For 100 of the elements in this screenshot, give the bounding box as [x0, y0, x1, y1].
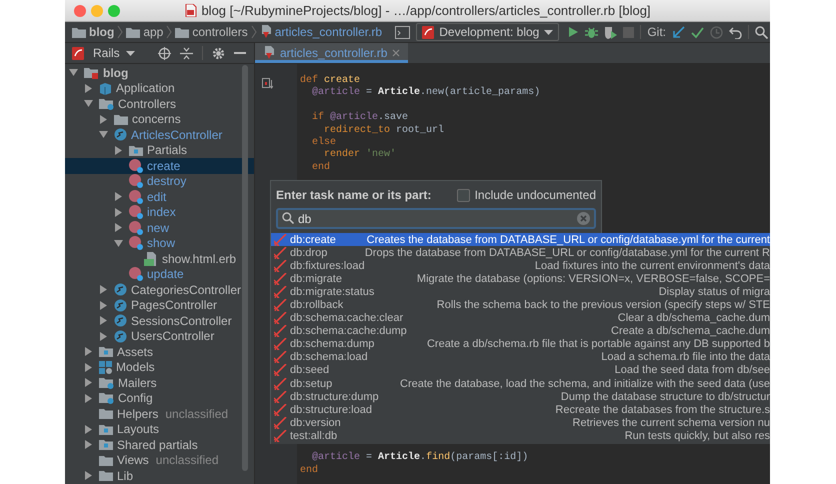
task-item[interactable]: db:migrate Migrate the database (options: VERSION=x, VERBOSE=false, SCOPE=	[271, 272, 770, 286]
task-item[interactable]: db:rollback Rolls the schema back to the previous version (specify steps w/ STE	[271, 298, 770, 312]
tree-item[interactable]: SessionsController	[65, 313, 254, 328]
tree-item[interactable]: Mailers	[65, 375, 254, 390]
close-button[interactable]	[74, 4, 86, 16]
task-item[interactable]: db:setup Create the database, load the schema, and initialize with the seed data (use	[271, 377, 770, 390]
file-icon	[260, 25, 272, 39]
tree-item[interactable]: Lib	[65, 468, 254, 484]
tree-item[interactable]: update	[65, 266, 254, 282]
close-icon[interactable]	[392, 49, 400, 57]
expanded-arrow-icon[interactable]	[114, 238, 123, 248]
breadcrumb[interactable]: blog	[72, 25, 114, 39]
settings-icon[interactable]	[212, 46, 225, 60]
checkbox-label[interactable]: Include undocumented	[474, 188, 596, 202]
scrollbar-thumb[interactable]	[242, 65, 248, 471]
tree-item[interactable]: ArticlesController	[65, 127, 254, 142]
tree-item[interactable]: create	[65, 158, 254, 174]
tree-item[interactable]: CategoriesController	[65, 282, 254, 298]
task-item[interactable]: test:all:db Run tests quickly, but also res	[271, 429, 770, 442]
tree-item[interactable]: UsersController	[65, 328, 254, 344]
undo-icon[interactable]	[729, 26, 742, 38]
coverage-icon[interactable]	[604, 26, 618, 38]
tree-item[interactable]: Layouts	[65, 422, 254, 437]
tree-item[interactable]: edit	[65, 189, 254, 204]
search-field[interactable]: db	[276, 208, 596, 229]
tree-item[interactable]: Helpers unclassified	[65, 406, 254, 422]
view-dropdown[interactable]: Rails	[93, 46, 135, 60]
expanded-arrow-icon[interactable]	[69, 68, 78, 78]
collapse-icon[interactable]	[180, 46, 193, 60]
tree-item[interactable]: show	[65, 236, 254, 251]
terminal-icon[interactable]	[395, 26, 410, 38]
arrow-icon[interactable]	[672, 26, 685, 38]
tree-item[interactable]: Config	[65, 390, 254, 406]
expanded-arrow-icon[interactable]	[99, 130, 108, 140]
override-icon[interactable]	[262, 78, 273, 89]
checkbox[interactable]	[456, 188, 470, 202]
tree-item-note: unclassified	[165, 406, 228, 421]
tree-item[interactable]: Partials	[65, 142, 254, 158]
rake-icon	[274, 272, 287, 285]
task-item[interactable]: db:drop Drops the database from DATABASE_URL or config/database.yml for the current R	[271, 246, 770, 260]
rails-icon	[422, 26, 434, 38]
tree-item[interactable]: PagesController	[65, 298, 254, 313]
editor-tab[interactable]: articles_controller.rb	[255, 43, 408, 63]
tree-item[interactable]: blog	[65, 65, 254, 80]
class-icon	[114, 330, 127, 343]
task-item[interactable]: db:seed Load the seed data from db/see	[271, 364, 770, 378]
folder-icon	[84, 66, 99, 79]
tree-item[interactable]: Application	[65, 80, 254, 96]
breadcrumb[interactable]: controllers	[175, 25, 248, 39]
expanded-arrow-icon[interactable]	[84, 99, 93, 108]
task-item[interactable]: db:version Retrieves the current schema version nu	[271, 416, 770, 430]
search-icon[interactable]	[755, 26, 768, 38]
tree-item[interactable]: Assets	[65, 344, 254, 360]
code-line: def create	[300, 75, 362, 86]
task-item[interactable]: db:fixtures:load Load fixtures into the current environment's data	[271, 259, 770, 272]
task-description: Retrieves the current schema version nu	[572, 416, 770, 429]
task-name: db:migrate:status	[290, 286, 374, 298]
collapsed-arrow-icon[interactable]	[99, 114, 108, 124]
minimize-icon[interactable]	[234, 52, 246, 54]
tree-item[interactable]: show.html.erb	[65, 251, 254, 266]
folder-icon	[99, 346, 113, 358]
collapsed-arrow-icon[interactable]	[84, 84, 93, 93]
bug-icon[interactable]	[585, 26, 598, 38]
tree-item[interactable]: concerns	[65, 112, 254, 127]
tree-item[interactable]: Shared partials	[65, 437, 254, 452]
breadcrumb[interactable]: app	[126, 25, 164, 39]
task-name: db:structure:load	[290, 404, 372, 416]
check-icon[interactable]	[691, 26, 704, 38]
code-editor[interactable]	[255, 64, 770, 484]
collapsed-arrow-icon[interactable]	[84, 471, 93, 480]
task-item[interactable]: db:structure:load Recreate the databases from the structure.s	[271, 403, 770, 416]
task-item[interactable]: db:create Creates the database from DATABASE_URL or config/database.yml for the current	[271, 233, 770, 246]
tree-item[interactable]: new	[65, 220, 254, 236]
folder-icon	[99, 392, 114, 404]
task-item[interactable]: db:structure:dump Dump the database structure to db/structur	[271, 390, 770, 404]
tree-item[interactable]: Controllers	[65, 96, 254, 112]
task-description: Create a db/schema_cache.dum	[610, 325, 770, 338]
task-description: Migrate the database (options: VERSION=x, VERBOSE=false, SCOPE=	[416, 272, 770, 285]
crosshair-icon[interactable]	[158, 46, 171, 60]
tree-item[interactable]: destroy	[65, 174, 254, 189]
method-icon	[129, 267, 143, 282]
task-item[interactable]: db:schema:cache:dump Create a db/schema_cache.dum	[271, 324, 770, 338]
task-name: db:schema:cache:clear	[290, 312, 404, 324]
clear-icon[interactable]	[577, 212, 590, 225]
run-configuration-dropdown[interactable]: Development: blog	[416, 23, 560, 41]
task-item[interactable]: db:schema:cache:clear Clear a db/schema_cache.dum	[271, 312, 770, 325]
rake-icon	[274, 286, 287, 298]
breadcrumb[interactable]: articles_controller.rb	[260, 25, 382, 39]
tree-item[interactable]: Views unclassified	[65, 452, 254, 468]
task-item[interactable]: db:schema:dump Create a db/schema.rb file that is portable against any DB supported b	[271, 338, 770, 351]
rake-icon	[274, 338, 287, 350]
collapsed-arrow-icon[interactable]	[114, 146, 123, 155]
tree-item[interactable]: index	[65, 204, 254, 220]
task-item[interactable]: db:schema:load Load a schema.rb file into the data	[271, 350, 770, 364]
task-description: Load a schema.rb file into the data	[600, 351, 770, 364]
rake-icon	[274, 325, 287, 338]
tree-item[interactable]: Models	[65, 360, 254, 375]
grid-icon	[99, 360, 112, 374]
run-icon[interactable]	[567, 26, 580, 38]
task-item[interactable]: db:migrate:status Display status of migra	[271, 285, 770, 298]
